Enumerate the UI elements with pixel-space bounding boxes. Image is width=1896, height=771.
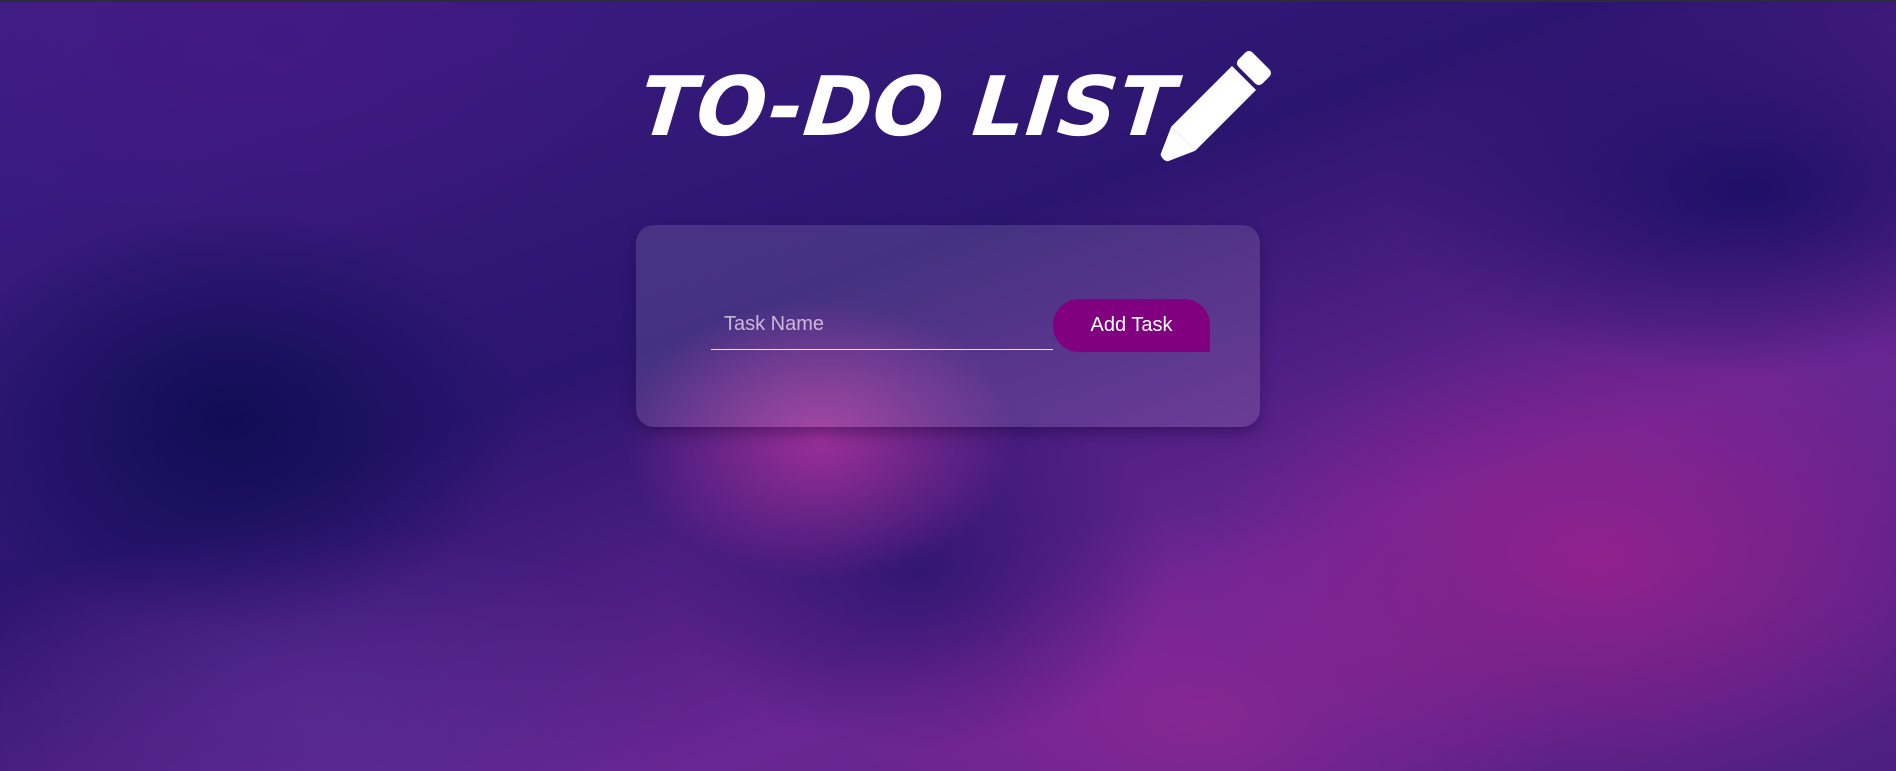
add-task-button[interactable]: Add Task — [1053, 299, 1210, 352]
task-name-input[interactable] — [711, 300, 1053, 350]
header: TO-DO LIST — [635, 48, 1280, 168]
pencil-icon — [1160, 51, 1271, 162]
task-form-card: Add Task — [636, 225, 1260, 427]
window-top-border — [0, 0, 1896, 2]
page-title: TO-DO LIST — [635, 60, 1181, 155]
